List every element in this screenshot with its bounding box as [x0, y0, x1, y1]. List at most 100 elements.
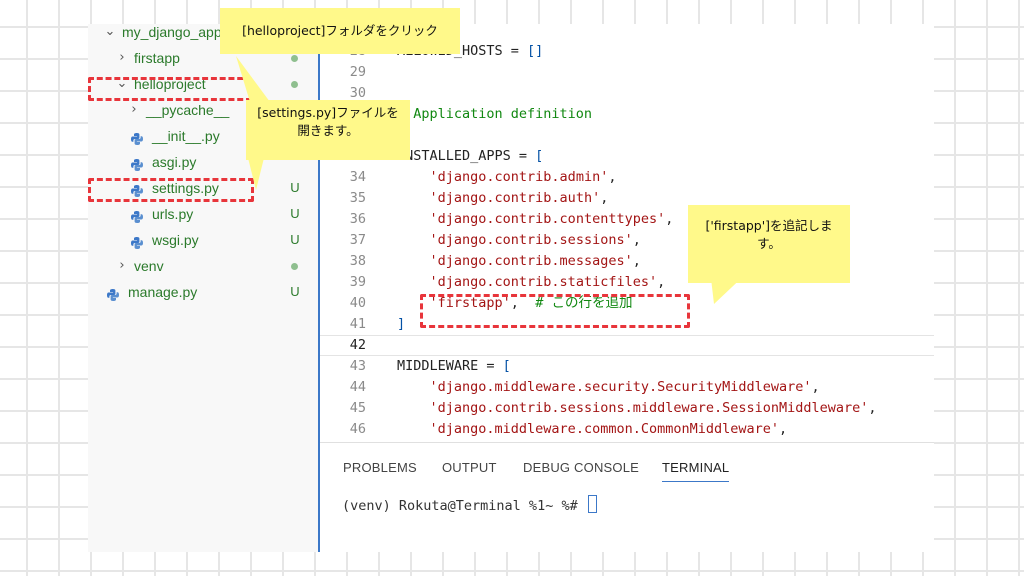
vscode-window: ⌄ my_django_app › firstapp ⌄ helloproject › __p… — [88, 24, 934, 552]
git-status-badge: U — [290, 284, 300, 299]
terminal-output[interactable]: (venv) Rokuta@Terminal %1~ %# — [342, 495, 597, 514]
tree-item-label: venv — [134, 258, 164, 274]
code-line[interactable]: 32 — [320, 125, 934, 146]
line-number: 45 — [349, 400, 366, 416]
callout-open-settings-line2: 開きます。 — [297, 123, 359, 138]
code-line[interactable]: 43 MIDDLEWARE = [ — [320, 356, 934, 377]
code-text: 'django.contrib.sessions.middleware.Sess… — [397, 398, 877, 419]
code-line[interactable]: 29 — [320, 62, 934, 83]
code-token: 'django.middleware.security.SecurityMidd… — [429, 379, 812, 395]
tree-item-label: __init__.py — [152, 128, 220, 144]
callout-pointer-firstapp — [710, 270, 750, 304]
code-token: , — [665, 211, 674, 227]
tree-item-label: firstapp — [134, 50, 180, 66]
code-text: 'django.contrib.admin', — [397, 167, 617, 188]
code-line[interactable]: 34 'django.contrib.admin', — [320, 167, 934, 188]
chevron-right-icon[interactable]: › — [116, 254, 128, 278]
tab-problems[interactable]: PROBLEMS — [343, 459, 417, 481]
tree-item[interactable]: urls.py U — [88, 202, 318, 226]
code-token: , — [811, 379, 820, 395]
code-text: INSTALLED_APPS = [ — [397, 146, 543, 167]
code-line[interactable]: 45 'django.contrib.sessions.middleware.S… — [320, 398, 934, 419]
terminal-prompt: (venv) Rokuta@Terminal %1~ %# — [342, 498, 586, 514]
callout-click-folder-text: [helloproject]フォルダをクリック — [242, 23, 438, 38]
line-number: 36 — [349, 211, 366, 227]
callout-add-firstapp-line2: す。 — [757, 236, 781, 251]
line-number: 42 — [349, 337, 366, 353]
code-token: , — [657, 274, 666, 290]
highlight-helloproject — [88, 77, 252, 101]
python-file-icon — [130, 129, 144, 145]
tab-output[interactable]: OUTPUT — [442, 459, 497, 481]
code-text: 'django.contrib.messages', — [397, 251, 641, 272]
tree-item-label: asgi.py — [152, 154, 197, 170]
code-line[interactable]: 31# Application definition — [320, 104, 934, 125]
code-token: 'django.contrib.admin' — [429, 169, 609, 185]
line-number: 34 — [349, 169, 366, 185]
code-token: , — [600, 190, 609, 206]
tree-item[interactable]: › venv — [88, 254, 318, 278]
tree-item-label: __pycache__ — [146, 102, 230, 118]
callout-open-settings-line1: [settings.py]ファイルを — [257, 105, 399, 120]
terminal-cursor — [587, 495, 597, 513]
code-token: 'django.contrib.staticfiles' — [429, 274, 658, 290]
line-number: 35 — [349, 190, 366, 206]
line-number: 43 — [349, 358, 366, 374]
callout-add-firstapp-line1: ['firstapp']を追記しま — [705, 218, 833, 233]
python-file-icon — [106, 285, 120, 301]
code-token: INSTALLED_APPS = — [397, 148, 536, 164]
line-number: 38 — [349, 253, 366, 269]
modified-dot-icon — [291, 263, 298, 270]
code-text: 'django.contrib.contenttypes', — [397, 209, 674, 230]
code-token: 'django.contrib.sessions' — [429, 232, 633, 248]
code-token: , — [868, 400, 877, 416]
code-line[interactable]: 42 — [320, 335, 934, 356]
code-token: MIDDLEWARE = — [397, 358, 503, 374]
code-token: , — [632, 232, 641, 248]
code-text: 'django.contrib.auth', — [397, 188, 609, 209]
code-text: # Application definition — [397, 104, 592, 125]
tree-item[interactable]: wsgi.py U — [88, 228, 318, 252]
line-number: 39 — [349, 274, 366, 290]
code-token: 'django.contrib.messages' — [429, 253, 633, 269]
code-text: 'django.middleware.security.SecurityMidd… — [397, 377, 820, 398]
code-token: 'django.contrib.contenttypes' — [429, 211, 666, 227]
code-token: [ — [535, 148, 544, 164]
code-token: [] — [527, 43, 544, 59]
code-token: # Application definition — [397, 106, 593, 122]
tree-item-label: manage.py — [128, 284, 198, 300]
code-line[interactable]: 44 'django.middleware.security.SecurityM… — [320, 377, 934, 398]
tree-item[interactable]: manage.py U — [88, 280, 318, 304]
callout-pointer-settings — [236, 56, 270, 102]
git-status-badge: U — [290, 206, 300, 221]
code-line[interactable]: 46 'django.middleware.common.CommonMiddl… — [320, 419, 934, 440]
python-file-icon — [130, 207, 144, 223]
code-token: , — [632, 253, 641, 269]
python-file-icon — [130, 233, 144, 249]
tree-item-label: urls.py — [152, 206, 194, 222]
line-number: 29 — [349, 64, 366, 80]
tab-debug-console[interactable]: DEBUG CONSOLE — [523, 459, 639, 481]
line-number: 46 — [349, 421, 366, 437]
code-text: 'django.contrib.staticfiles', — [397, 272, 666, 293]
git-status-badge: U — [290, 180, 300, 195]
code-line[interactable]: 33INSTALLED_APPS = [ — [320, 146, 934, 167]
chevron-right-icon[interactable]: › — [116, 46, 128, 70]
code-text: 'django.middleware.common.CommonMiddlewa… — [397, 419, 788, 440]
tab-terminal[interactable]: TERMINAL — [662, 459, 730, 482]
callout-pointer-settings-down — [246, 150, 266, 190]
tree-item-label: wsgi.py — [152, 232, 199, 248]
tree-item-label: my_django_app — [122, 24, 222, 40]
modified-dot-icon — [291, 55, 298, 62]
code-text: MIDDLEWARE = [ — [397, 356, 511, 377]
chevron-right-icon[interactable]: › — [128, 98, 140, 122]
modified-dot-icon — [291, 81, 298, 88]
code-text: 'django.contrib.sessions', — [397, 230, 641, 251]
chevron-down-icon[interactable]: ⌄ — [104, 24, 116, 44]
code-line[interactable]: 30 — [320, 83, 934, 104]
